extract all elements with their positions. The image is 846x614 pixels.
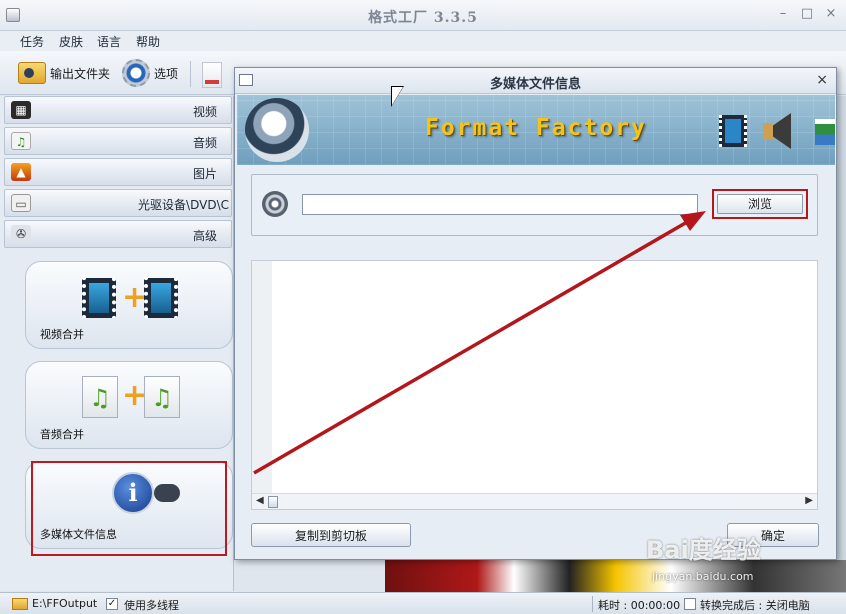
mouse-cursor xyxy=(392,87,403,105)
options-button[interactable]: 选项 xyxy=(122,59,178,87)
dialog-title: 多媒体文件信息 xyxy=(489,77,581,92)
output-folder-button[interactable]: 输出文件夹 xyxy=(18,59,110,87)
menu-bar: 任务 皮肤 语言 帮助 xyxy=(0,31,846,51)
brand-banner: Format Factory xyxy=(237,95,835,165)
brand-title: Format Factory xyxy=(425,115,647,141)
after-done-checkbox[interactable] xyxy=(684,598,696,610)
menu-help[interactable]: 帮助 xyxy=(136,33,160,50)
options-label: 选项 xyxy=(154,66,179,81)
picture-icon xyxy=(815,119,835,145)
elapsed-time: 耗时 : 00:00:00 xyxy=(598,599,681,612)
category-label: 视频 xyxy=(192,105,217,119)
media-info-dialog: 多媒体文件信息 × Format Factory 浏览 ◀ ▶ 复制到剪切板 确… xyxy=(234,67,837,560)
category-label: 图片 xyxy=(192,167,217,181)
app-title: 格式工厂 3.3.5 xyxy=(368,10,478,26)
horizontal-scrollbar[interactable]: ◀ ▶ xyxy=(252,493,817,509)
speaker-body-icon xyxy=(763,123,773,139)
browse-highlight-box: 浏览 xyxy=(712,189,808,219)
format-factory-logo xyxy=(245,98,309,162)
status-separator xyxy=(592,596,593,612)
sidebar-category-advanced[interactable]: ✇ 高级 xyxy=(4,220,232,248)
multithread-checkbox[interactable]: ✓ xyxy=(106,598,118,610)
picture-icon: ▲ xyxy=(11,163,31,181)
folder-icon xyxy=(12,598,28,610)
close-button[interactable]: × xyxy=(822,5,840,23)
scroll-thumb[interactable] xyxy=(268,496,278,508)
category-label: 光驱设备\DVD\C xyxy=(138,198,229,212)
remove-task-icon[interactable] xyxy=(202,62,222,88)
maximize-button[interactable]: □ xyxy=(798,5,816,23)
audio-icon: ♫ xyxy=(11,132,31,150)
options-gear-icon xyxy=(122,59,150,87)
file-path-input[interactable] xyxy=(302,194,698,215)
highlight-box-media-info xyxy=(31,461,227,556)
ok-button[interactable]: 确定 xyxy=(727,523,819,547)
main-titlebar: 格式工厂 3.3.5 – □ × xyxy=(0,0,846,31)
sidebar-category-drive[interactable]: ▭ 光驱设备\DVD\C xyxy=(4,189,232,217)
sidebar-category-picture[interactable]: ▲ 图片 xyxy=(4,158,232,186)
multithread-label: 使用多线程 xyxy=(124,599,179,612)
toolbar-separator xyxy=(190,61,191,87)
film-strip-icon xyxy=(719,115,747,147)
background-panel xyxy=(836,96,846,560)
after-done-label: 转换完成后 : 关闭电脑 xyxy=(700,599,810,612)
output-path-text: E:\FFOutput xyxy=(32,597,98,610)
browse-button[interactable]: 浏览 xyxy=(717,194,803,214)
video-icon: ▦ xyxy=(11,101,31,119)
category-label: 高级 xyxy=(192,229,217,243)
dialog-close-button[interactable]: × xyxy=(816,72,828,88)
output-folder-icon xyxy=(18,62,46,84)
film-reel-icon xyxy=(262,191,288,217)
dialog-titlebar: 多媒体文件信息 × xyxy=(235,68,836,94)
reel-icon: ✇ xyxy=(11,225,31,243)
info-gutter xyxy=(252,261,272,493)
background-banner xyxy=(385,560,846,592)
scroll-right-icon[interactable]: ▶ xyxy=(805,495,813,506)
menu-task[interactable]: 任务 xyxy=(20,33,44,50)
sidebar-category-video[interactable]: ▦ 视频 xyxy=(4,96,232,124)
drive-icon: ▭ xyxy=(11,194,31,212)
menu-language[interactable]: 语言 xyxy=(97,33,121,50)
media-info-textarea[interactable]: ◀ ▶ xyxy=(251,260,818,510)
output-folder-label: 输出文件夹 xyxy=(50,66,111,81)
status-bar: E:\FFOutput ✓ 使用多线程 耗时 : 00:00:00 转换完成后 … xyxy=(0,592,846,614)
sidebar-category-audio[interactable]: ♫ 音频 xyxy=(4,127,232,155)
category-label: 音频 xyxy=(192,136,217,150)
tile-audio-merge[interactable]: ♫ + ♫ 音频合并 xyxy=(25,361,233,449)
file-select-panel: 浏览 xyxy=(251,174,818,236)
tile-label: 音频合并 xyxy=(40,428,84,441)
tile-label: 视频合并 xyxy=(40,328,84,341)
minimize-button[interactable]: – xyxy=(774,5,792,23)
tile-video-merge[interactable]: + 视频合并 xyxy=(25,261,233,349)
menu-skin[interactable]: 皮肤 xyxy=(59,33,83,50)
scroll-left-icon[interactable]: ◀ xyxy=(256,495,264,506)
copy-to-clipboard-button[interactable]: 复制到剪切板 xyxy=(251,523,411,547)
